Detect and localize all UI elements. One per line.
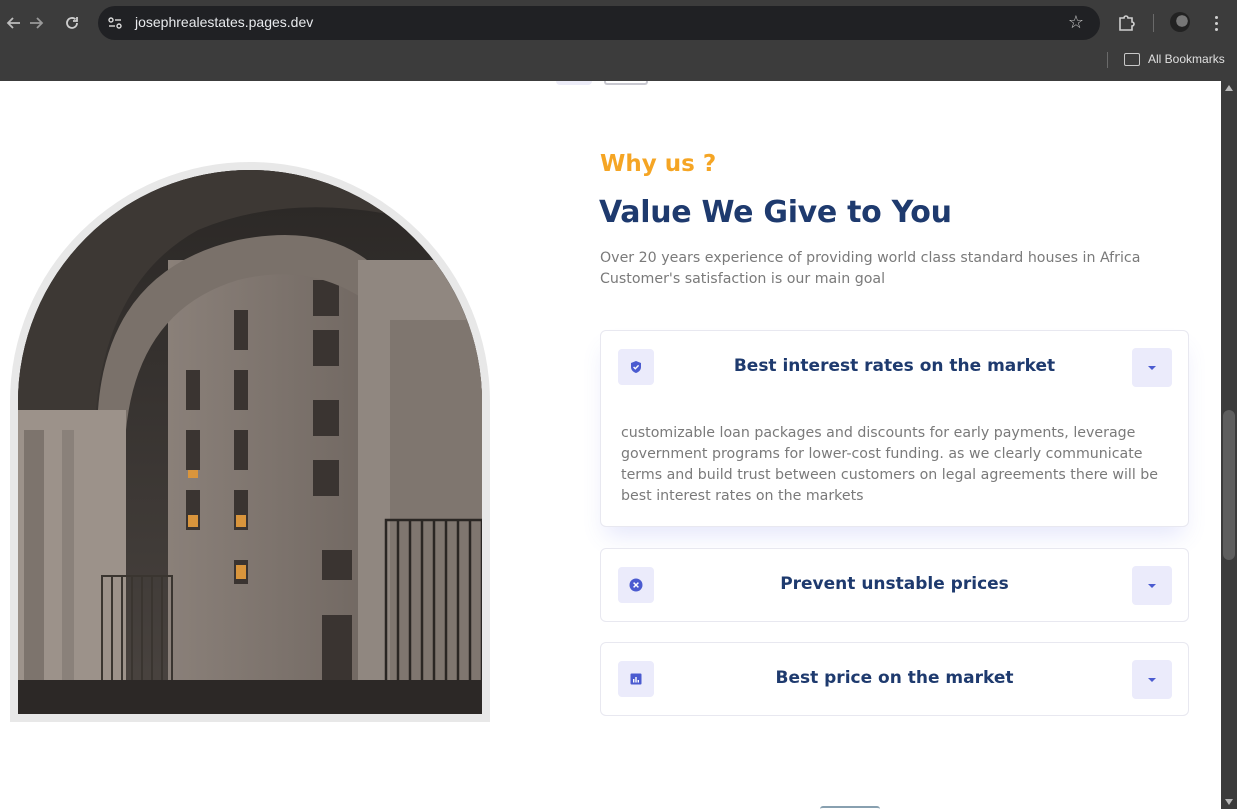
bar-chart-icon: [618, 661, 654, 697]
description-line: Customer's satisfaction is our main goal: [600, 271, 886, 287]
caret-down-icon: [1148, 583, 1156, 588]
all-bookmarks-label[interactable]: All Bookmarks: [1148, 52, 1225, 66]
scroll-thumb[interactable]: [1223, 410, 1235, 560]
section-eyebrow: Why us ?: [600, 151, 717, 177]
accordion-item-unstable-prices[interactable]: Prevent unstable prices: [600, 548, 1189, 622]
folder-icon[interactable]: [1124, 53, 1140, 66]
toolbar-divider: [1153, 14, 1154, 32]
forward-icon[interactable]: [22, 9, 50, 37]
accordion-item-best-price[interactable]: Best price on the market: [600, 642, 1189, 716]
section-heading: Value We Give to You: [599, 195, 952, 230]
accordion-body: customizable loan packages and discounts…: [621, 425, 1159, 504]
scroll-down-arrow-icon[interactable]: [1225, 799, 1233, 805]
bookmark-star-icon[interactable]: ☆: [1064, 11, 1088, 35]
accordion-toggle-button[interactable]: [1132, 566, 1172, 605]
accordion-item-interest-rates[interactable]: Best interest rates on the market custom…: [600, 330, 1189, 527]
accordion-toggle-button[interactable]: [1132, 660, 1172, 699]
reload-icon[interactable]: [58, 9, 86, 37]
menu-kebab-icon[interactable]: [1206, 11, 1226, 35]
accordion-toggle-button[interactable]: [1132, 348, 1172, 387]
caret-down-icon: [1148, 677, 1156, 682]
shield-check-icon: [618, 349, 654, 385]
description-line: Over 20 years experience of providing wo…: [600, 250, 1141, 266]
url-text[interactable]: josephrealestates.pages.dev: [135, 14, 313, 30]
x-circle-icon: [618, 567, 654, 603]
building-arch-photo: [18, 170, 482, 714]
bookmarks-divider: [1107, 52, 1108, 68]
caret-down-icon: [1148, 365, 1156, 370]
extensions-puzzle-icon[interactable]: [1116, 12, 1138, 34]
previous-section-fragment: [604, 81, 648, 85]
site-info-icon[interactable]: [107, 15, 123, 31]
scroll-up-arrow-icon[interactable]: [1225, 85, 1233, 91]
accordion-title[interactable]: Best price on the market: [661, 668, 1128, 688]
accordion-title[interactable]: Best interest rates on the market: [661, 356, 1128, 376]
previous-section-fragment: [556, 81, 592, 85]
profile-avatar[interactable]: [1170, 12, 1190, 32]
section-description: Over 20 years experience of providing wo…: [600, 248, 1190, 290]
accordion-title[interactable]: Prevent unstable prices: [661, 574, 1128, 594]
